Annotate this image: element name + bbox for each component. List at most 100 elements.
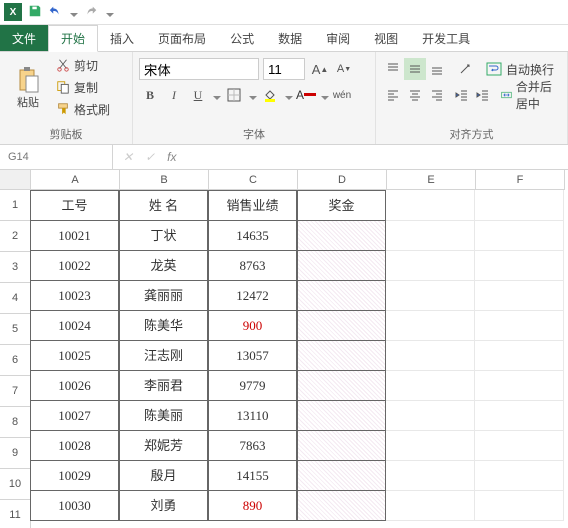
cell[interactable]: 900 [208, 310, 297, 341]
borders-button[interactable] [223, 84, 245, 106]
cell[interactable] [297, 430, 386, 461]
cell[interactable]: 14635 [208, 220, 297, 251]
tab-formulas[interactable]: 公式 [218, 25, 266, 51]
cell[interactable] [475, 460, 564, 491]
cut-button[interactable]: 剪切 [52, 54, 114, 76]
align-right-icon[interactable] [426, 84, 448, 106]
cell[interactable]: 姓 名 [119, 190, 208, 221]
cell[interactable]: 销售业绩 [208, 190, 297, 221]
align-bottom-icon[interactable] [426, 58, 448, 80]
merge-center-button[interactable]: 合并后居中 [497, 84, 561, 106]
cell[interactable] [297, 220, 386, 251]
cell[interactable] [297, 460, 386, 491]
format-painter-button[interactable]: 格式刷 [52, 98, 114, 120]
cell[interactable] [475, 310, 564, 341]
cell[interactable]: 工号 [30, 190, 119, 221]
cell[interactable]: 龚丽丽 [119, 280, 208, 311]
cell[interactable] [475, 340, 564, 371]
align-left-icon[interactable] [382, 84, 404, 106]
cell[interactable]: 刘勇 [119, 490, 208, 521]
cell[interactable] [386, 370, 475, 401]
wrap-text-button[interactable]: 自动换行 [482, 58, 558, 80]
col-header[interactable]: C [209, 170, 298, 190]
qat-customize-icon[interactable] [106, 8, 114, 16]
cancel-icon[interactable]: ✕ [123, 150, 133, 164]
cell[interactable] [297, 370, 386, 401]
cell[interactable] [386, 250, 475, 281]
font-size-input[interactable] [263, 58, 305, 80]
font-color-button[interactable]: A [295, 84, 317, 106]
cell-grid[interactable]: 工号姓 名销售业绩奖金10021丁状1463510022龙英876310023龚… [30, 190, 564, 520]
tab-data[interactable]: 数据 [266, 25, 314, 51]
cell[interactable] [475, 280, 564, 311]
cell[interactable]: 12472 [208, 280, 297, 311]
cell[interactable]: 13110 [208, 400, 297, 431]
name-box[interactable]: G14 [0, 145, 113, 169]
cell[interactable] [386, 280, 475, 311]
cell[interactable] [297, 490, 386, 521]
cell[interactable] [386, 490, 475, 521]
row-header[interactable]: 7 [0, 376, 31, 407]
cell[interactable]: 890 [208, 490, 297, 521]
tab-insert[interactable]: 插入 [98, 25, 146, 51]
cell[interactable] [297, 400, 386, 431]
cell[interactable]: 殷月 [119, 460, 208, 491]
fill-color-button[interactable] [259, 84, 281, 106]
tab-developer[interactable]: 开发工具 [410, 25, 482, 51]
paste-button[interactable]: 粘贴 [6, 57, 50, 119]
cell[interactable]: 14155 [208, 460, 297, 491]
align-top-icon[interactable] [382, 58, 404, 80]
cell[interactable]: 8763 [208, 250, 297, 281]
cell[interactable]: 陈美丽 [119, 400, 208, 431]
cell[interactable] [475, 430, 564, 461]
cell[interactable] [297, 340, 386, 371]
cell[interactable]: 郑妮芳 [119, 430, 208, 461]
cell[interactable]: 7863 [208, 430, 297, 461]
row-header[interactable]: 1 [0, 190, 31, 221]
chevron-down-icon[interactable] [249, 91, 257, 99]
cell[interactable] [475, 190, 564, 221]
row-header[interactable]: 4 [0, 283, 31, 314]
select-all-corner[interactable] [0, 170, 31, 190]
col-header[interactable]: A [31, 170, 120, 190]
cell[interactable]: 10023 [30, 280, 119, 311]
tab-view[interactable]: 视图 [362, 25, 410, 51]
cell[interactable] [475, 400, 564, 431]
cell[interactable] [386, 190, 475, 221]
cell[interactable] [386, 460, 475, 491]
decrease-font-icon[interactable]: A▼ [333, 58, 355, 80]
cell[interactable]: 10024 [30, 310, 119, 341]
chevron-down-icon[interactable] [213, 91, 221, 99]
cell[interactable] [475, 490, 564, 521]
tab-file[interactable]: 文件 [0, 25, 48, 51]
col-header[interactable]: E [387, 170, 476, 190]
cell[interactable] [386, 400, 475, 431]
phonetic-button[interactable]: wén [331, 84, 353, 106]
copy-button[interactable]: 复制 [52, 76, 114, 98]
row-header[interactable]: 10 [0, 469, 31, 500]
cell[interactable]: 9779 [208, 370, 297, 401]
decrease-indent-icon[interactable] [454, 84, 469, 106]
row-header[interactable]: 9 [0, 438, 31, 469]
col-header[interactable]: D [298, 170, 387, 190]
cell[interactable]: 10026 [30, 370, 119, 401]
cell[interactable]: 10028 [30, 430, 119, 461]
row-header[interactable]: 5 [0, 314, 31, 345]
cell[interactable]: 李丽君 [119, 370, 208, 401]
italic-button[interactable]: I [163, 84, 185, 106]
row-header[interactable]: 8 [0, 407, 31, 438]
row-header[interactable]: 3 [0, 252, 31, 283]
cell[interactable]: 奖金 [297, 190, 386, 221]
cell[interactable]: 10022 [30, 250, 119, 281]
cell[interactable] [297, 280, 386, 311]
cell[interactable]: 10030 [30, 490, 119, 521]
save-icon[interactable] [28, 4, 42, 21]
fx-icon[interactable]: fx [167, 150, 176, 164]
increase-indent-icon[interactable] [475, 84, 490, 106]
orientation-icon[interactable] [454, 58, 476, 80]
increase-font-icon[interactable]: A▲ [309, 58, 331, 80]
undo-dropdown-icon[interactable] [70, 8, 78, 16]
cell[interactable] [386, 430, 475, 461]
tab-page-layout[interactable]: 页面布局 [146, 25, 218, 51]
cell[interactable]: 汪志刚 [119, 340, 208, 371]
